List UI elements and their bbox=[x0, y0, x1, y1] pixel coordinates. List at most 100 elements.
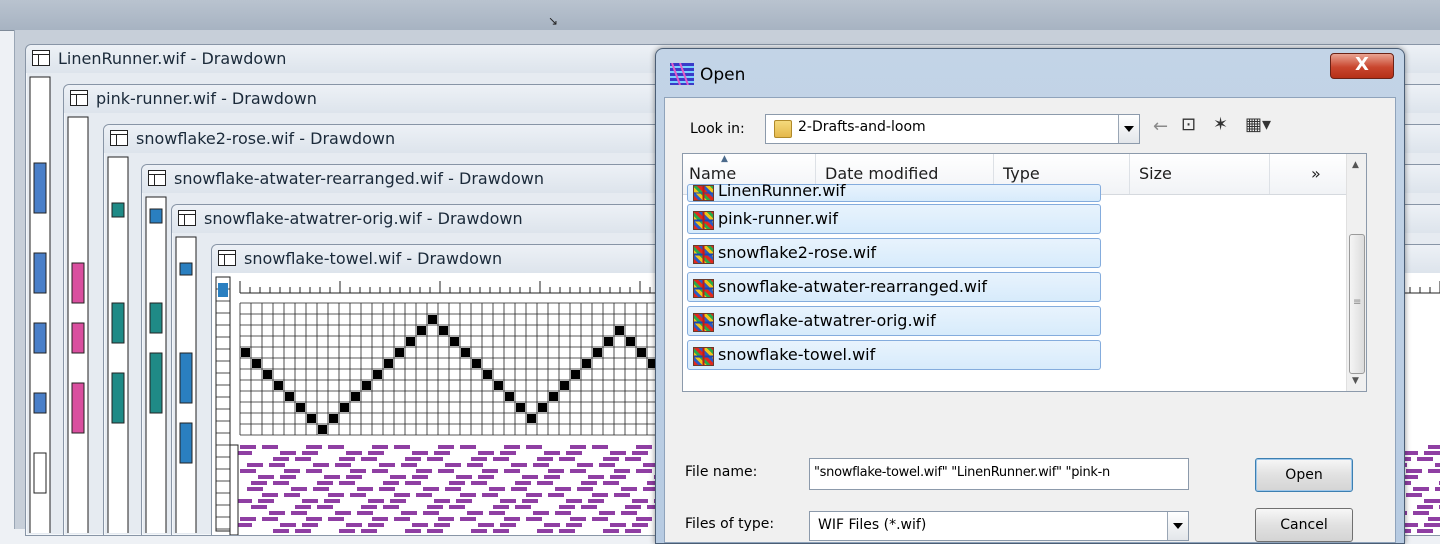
threading-mark bbox=[527, 414, 536, 423]
cancel-button[interactable]: Cancel bbox=[1255, 508, 1353, 542]
vertical-scrollbar[interactable]: ▲ ≡ ▼ bbox=[1346, 154, 1366, 391]
drawdown-left-strip bbox=[29, 76, 51, 533]
threading-mark bbox=[428, 315, 437, 324]
look-in-dropdown[interactable]: 2-Drafts-and-loom bbox=[765, 114, 1140, 144]
window-title: snowflake2-rose.wif - Drawdown bbox=[136, 129, 396, 148]
up-folder-icon[interactable]: ⊡ bbox=[1181, 114, 1196, 135]
drawdown-left-strip bbox=[67, 116, 89, 533]
drawdown-left-strip bbox=[145, 196, 167, 533]
chevron-down-icon[interactable] bbox=[1167, 512, 1188, 540]
threading-mark bbox=[329, 414, 338, 423]
scroll-thumb[interactable]: ≡ bbox=[1349, 234, 1365, 374]
scroll-down-icon[interactable]: ▼ bbox=[1352, 376, 1359, 386]
close-button[interactable]: X bbox=[1330, 53, 1394, 79]
list-item[interactable]: snowflake-atwater-rearranged.wif bbox=[687, 272, 1101, 302]
threading-mark bbox=[362, 381, 371, 390]
drawdown-left-strip bbox=[107, 156, 129, 533]
file-name-label: File name: bbox=[685, 464, 758, 480]
dialog-app-icon bbox=[670, 63, 694, 85]
list-item[interactable]: snowflake-towel.wif bbox=[687, 340, 1101, 370]
sort-ascending-icon: ▲ bbox=[721, 154, 728, 164]
window-icon bbox=[178, 210, 196, 226]
threading-mark bbox=[340, 403, 349, 412]
files-of-type-value: WIF Files (*.wif) bbox=[818, 517, 927, 533]
threading-mark bbox=[461, 348, 470, 357]
look-in-label: Look in: bbox=[690, 121, 745, 137]
new-folder-icon[interactable]: ✶ bbox=[1213, 114, 1228, 135]
threading-mark bbox=[571, 370, 580, 379]
file-name: snowflake2-rose.wif bbox=[718, 243, 877, 262]
threading-mark bbox=[406, 337, 415, 346]
window-title: pink-runner.wif - Drawdown bbox=[96, 89, 317, 108]
wif-file-icon bbox=[693, 245, 714, 264]
wif-file-icon bbox=[693, 279, 714, 298]
view-menu-icon[interactable]: ▦▾ bbox=[1245, 114, 1271, 135]
threading-mark bbox=[439, 326, 448, 335]
threading-mark bbox=[241, 348, 250, 357]
window-title: snowflake-atwatrer-orig.wif - Drawdown bbox=[204, 209, 523, 228]
list-item[interactable]: LinenRunner.wif bbox=[687, 181, 1101, 202]
dialog-body: Look in: 2-Drafts-and-loom ← ⊡ ✶ ▦▾ ▲ Na… bbox=[664, 97, 1396, 543]
threading-mark bbox=[252, 359, 261, 368]
grip-icon: ≡ bbox=[1353, 297, 1362, 308]
scroll-up-icon[interactable]: ▲ bbox=[1352, 160, 1359, 170]
window-icon bbox=[70, 90, 88, 106]
window-icon bbox=[32, 50, 50, 66]
window-icon bbox=[110, 130, 128, 146]
threading-mark bbox=[450, 337, 459, 346]
chevron-down-icon[interactable] bbox=[1118, 115, 1139, 143]
threading-mark bbox=[538, 403, 547, 412]
column-separator bbox=[1129, 154, 1130, 194]
back-arrow-icon[interactable]: ← bbox=[1153, 116, 1168, 137]
list-item[interactable]: pink-runner.wif bbox=[687, 204, 1101, 234]
file-name: LinenRunner.wif bbox=[718, 181, 846, 200]
column-type[interactable]: Type bbox=[1003, 164, 1040, 183]
threading-mark bbox=[318, 425, 327, 434]
threading-mark bbox=[604, 337, 613, 346]
files-of-type-label: Files of type: bbox=[685, 516, 775, 532]
file-list[interactable]: ▲ Name Date modified Type Size » LinenRu… bbox=[682, 153, 1367, 392]
resize-icon: ↘ bbox=[548, 14, 559, 28]
window-title: LinenRunner.wif - Drawdown bbox=[58, 49, 287, 68]
threading-mark bbox=[593, 348, 602, 357]
threading-mark bbox=[582, 359, 591, 368]
look-in-value: 2-Drafts-and-loom bbox=[798, 119, 926, 135]
threading-mark bbox=[307, 414, 316, 423]
wif-file-icon bbox=[693, 211, 714, 230]
file-name-value: "snowflake-towel.wif" "LinenRunner.wif" … bbox=[814, 465, 1110, 480]
threading-mark bbox=[395, 348, 404, 357]
threading-mark bbox=[274, 381, 283, 390]
threading-mark bbox=[483, 370, 492, 379]
column-size[interactable]: Size bbox=[1139, 164, 1172, 183]
threading-mark bbox=[472, 359, 481, 368]
threading-mark bbox=[285, 392, 294, 401]
threading-mark bbox=[615, 326, 624, 335]
threading-mark bbox=[637, 348, 646, 357]
threading-mark bbox=[351, 392, 360, 401]
warp-color-chip bbox=[218, 283, 228, 297]
window-icon bbox=[218, 250, 236, 266]
threading-mark bbox=[560, 381, 569, 390]
list-item[interactable]: snowflake-atwatrer-orig.wif bbox=[687, 306, 1101, 336]
window-title: snowflake-atwater-rearranged.wif - Drawd… bbox=[174, 169, 544, 188]
more-columns-icon[interactable]: » bbox=[1311, 164, 1321, 183]
open-file-dialog[interactable]: Open X Look in: 2-Drafts-and-loom ← ⊡ ✶ … bbox=[655, 48, 1405, 544]
list-item[interactable]: snowflake2-rose.wif bbox=[687, 238, 1101, 268]
wif-file-icon bbox=[693, 313, 714, 332]
threading-mark bbox=[494, 381, 503, 390]
window-title: snowflake-towel.wif - Drawdown bbox=[244, 249, 503, 268]
file-name: snowflake-atwatrer-orig.wif bbox=[718, 311, 936, 330]
threading-mark bbox=[384, 359, 393, 368]
open-button[interactable]: Open bbox=[1255, 458, 1353, 492]
wif-file-icon bbox=[693, 347, 714, 366]
files-of-type-dropdown[interactable]: WIF Files (*.wif) bbox=[809, 511, 1189, 541]
file-name: pink-runner.wif bbox=[718, 209, 838, 228]
folder-icon bbox=[774, 120, 792, 138]
threading-mark bbox=[516, 403, 525, 412]
wif-file-icon bbox=[693, 185, 714, 201]
threading-mark bbox=[263, 370, 272, 379]
file-name-input[interactable]: "snowflake-towel.wif" "LinenRunner.wif" … bbox=[809, 458, 1189, 490]
file-name: snowflake-towel.wif bbox=[718, 345, 876, 364]
app-top-bar: ↘ bbox=[0, 0, 1440, 31]
threading-mark bbox=[549, 392, 558, 401]
